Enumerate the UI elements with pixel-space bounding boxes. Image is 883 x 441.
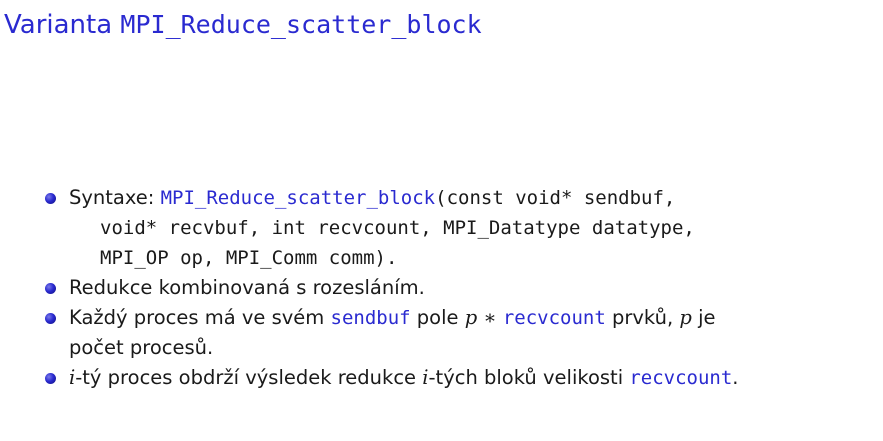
sendbuf-text-2: pole	[410, 306, 465, 329]
syntax-label: Syntaxe:	[69, 186, 161, 209]
slide-title-function: MPI_Reduce_scatter_block	[120, 10, 482, 39]
syntax-signature-line3: MPI_OP op, MPI_Comm comm).	[100, 247, 398, 269]
list-item-description: Redukce kombinovaná s rozesláním.	[42, 273, 872, 303]
sendbuf-text-line2: počet procesů.	[69, 336, 214, 359]
bullet-icon	[45, 373, 56, 384]
sendbuf-text-3: prvků,	[605, 306, 680, 329]
recvcount-code: recvcount	[502, 307, 606, 329]
math-p-2: p	[679, 306, 692, 329]
sendbuf-text-1: Každý proces má ve svém	[69, 306, 331, 329]
syntax-function-name: MPI_Reduce_scatter_block	[160, 187, 436, 209]
sendbuf-text-4: je	[691, 306, 716, 329]
bullet-icon	[45, 313, 56, 324]
math-times: ∗	[477, 306, 503, 329]
slide-title: Varianta MPI_Reduce_scatter_block	[4, 8, 482, 42]
list-item-sendbuf: Každý proces má ve svém sendbuf pole p ∗…	[42, 303, 872, 363]
bullet-list: Syntaxe: MPI_Reduce_scatter_block(const …	[42, 183, 872, 393]
bullet-icon	[45, 283, 56, 294]
list-item-result: i-tý proces obdrží výsledek redukce i-tý…	[42, 363, 872, 393]
syntax-signature-line2: void* recvbuf, int recvcount, MPI_Dataty…	[100, 217, 695, 239]
sendbuf-code: sendbuf	[330, 307, 411, 329]
slide-title-prefix: Varianta	[4, 10, 121, 40]
result-text-1: -tý proces obdrží výsledek redukce	[75, 366, 423, 389]
math-p: p	[464, 306, 478, 329]
result-recvcount-code: recvcount	[629, 367, 733, 389]
syntax-signature-line1: (const void* sendbuf,	[435, 187, 676, 209]
slide: Varianta MPI_Reduce_scatter_block Syntax…	[0, 0, 883, 441]
description-text: Redukce kombinovaná s rozesláním.	[69, 276, 425, 299]
result-text-2: -tých bloků velikosti	[428, 366, 630, 389]
list-item-syntax: Syntaxe: MPI_Reduce_scatter_block(const …	[42, 183, 872, 273]
bullet-icon	[45, 193, 56, 204]
result-text-3: .	[732, 366, 739, 389]
